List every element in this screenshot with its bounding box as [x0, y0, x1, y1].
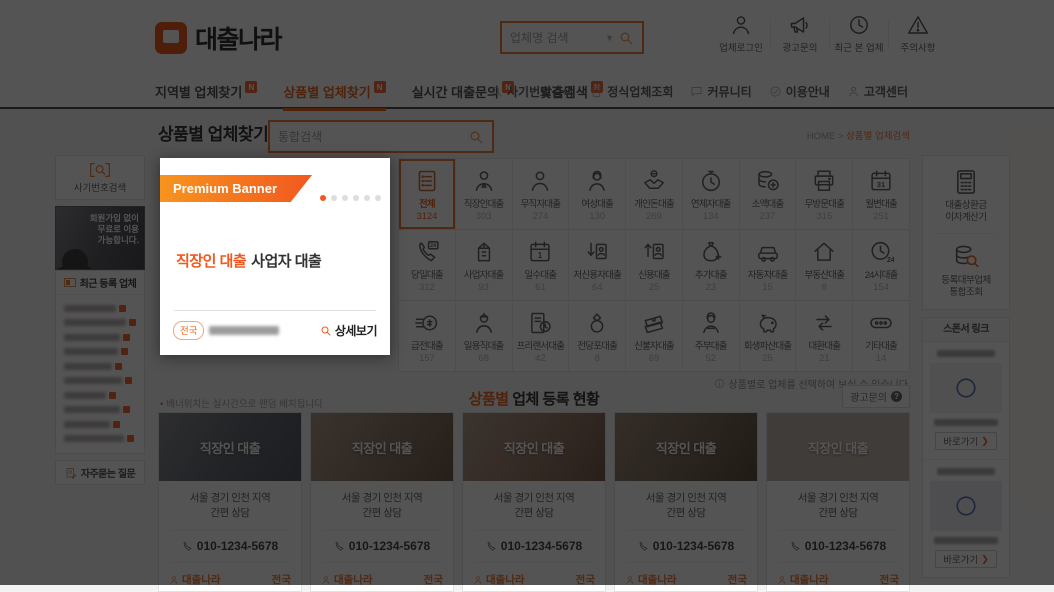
banner-divider: [174, 310, 376, 311]
banner-region-badge: 전국: [173, 321, 204, 340]
banner-footer: 전국 상세보기: [173, 321, 377, 340]
banner-dot[interactable]: [320, 195, 326, 201]
dim-overlay[interactable]: [0, 0, 1054, 585]
banner-dot[interactable]: [364, 195, 370, 201]
premium-banner-ribbon: Premium Banner: [160, 175, 312, 202]
banner-pagination-dots: [320, 195, 381, 201]
banner-dot[interactable]: [331, 195, 337, 201]
banner-company-name-blurred: [209, 326, 279, 335]
banner-dot[interactable]: [342, 195, 348, 201]
search-icon: [320, 325, 332, 337]
banner-dot[interactable]: [375, 195, 381, 201]
banner-detail-button[interactable]: 상세보기: [320, 322, 377, 339]
banner-title: 직장인 대출사업자 대출: [176, 250, 321, 271]
banner-dot[interactable]: [353, 195, 359, 201]
premium-banner[interactable]: Premium Banner 직장인 대출사업자 대출 전국 상세보기: [160, 158, 390, 355]
